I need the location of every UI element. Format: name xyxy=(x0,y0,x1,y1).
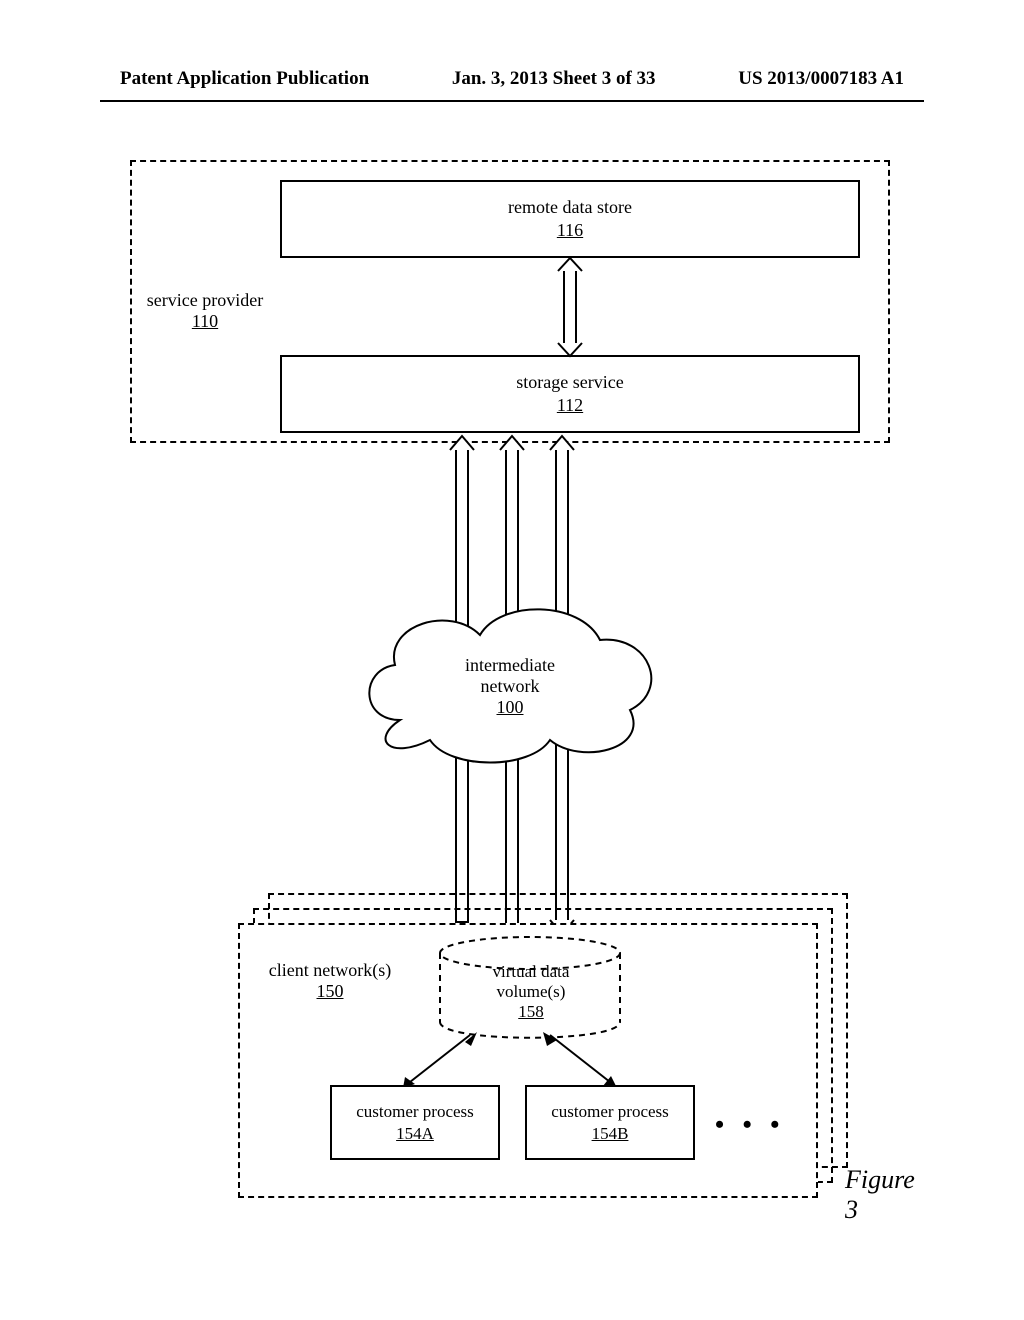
cloud-label1: intermediate xyxy=(465,655,555,675)
client-net-text: client network(s) xyxy=(269,960,391,980)
ellipsis: • • • xyxy=(715,1110,785,1140)
vdv-label1: virtual data xyxy=(493,962,570,981)
diagram-canvas: service provider 110 remote data store 1… xyxy=(130,160,890,1240)
cloud-label2: network xyxy=(481,676,540,696)
arrows-vdv-customers xyxy=(385,1030,685,1090)
cust-b-ref: 154B xyxy=(592,1124,629,1144)
service-provider-label: service provider 110 xyxy=(140,290,270,332)
remote-store-label: remote data store xyxy=(508,197,632,218)
client-net-ref: 150 xyxy=(317,981,344,1001)
service-provider-text: service provider xyxy=(147,290,263,310)
vdv-label2: volume(s) xyxy=(497,982,566,1001)
vdv-ref: 158 xyxy=(518,1002,544,1021)
cust-a-ref: 154A xyxy=(396,1124,434,1144)
cloud-label: intermediate network 100 xyxy=(430,655,590,718)
figure-caption: Figure 3 xyxy=(845,1165,915,1225)
storage-service-box: storage service 112 xyxy=(280,355,860,433)
cloud-ref: 100 xyxy=(497,697,524,717)
service-provider-ref: 110 xyxy=(192,311,218,331)
header-center: Jan. 3, 2013 Sheet 3 of 33 xyxy=(452,68,656,98)
header-left: Patent Application Publication xyxy=(120,68,369,98)
page-header: Patent Application Publication Jan. 3, 2… xyxy=(0,68,1024,98)
storage-service-ref: 112 xyxy=(557,395,583,416)
client-network-label: client network(s) 150 xyxy=(250,960,410,1002)
cust-b-label: customer process xyxy=(551,1102,669,1122)
virtual-data-volume-label: virtual data volume(s) 158 xyxy=(455,962,607,1022)
remote-store-ref: 116 xyxy=(557,220,583,241)
remote-data-store-box: remote data store 116 xyxy=(280,180,860,258)
storage-service-label: storage service xyxy=(516,372,623,393)
arrow-store-service xyxy=(550,255,590,360)
customer-process-a-box: customer process 154A xyxy=(330,1085,500,1160)
header-rule xyxy=(100,100,924,102)
cust-a-label: customer process xyxy=(356,1102,474,1122)
customer-process-b-box: customer process 154B xyxy=(525,1085,695,1160)
header-right: US 2013/0007183 A1 xyxy=(738,68,904,98)
